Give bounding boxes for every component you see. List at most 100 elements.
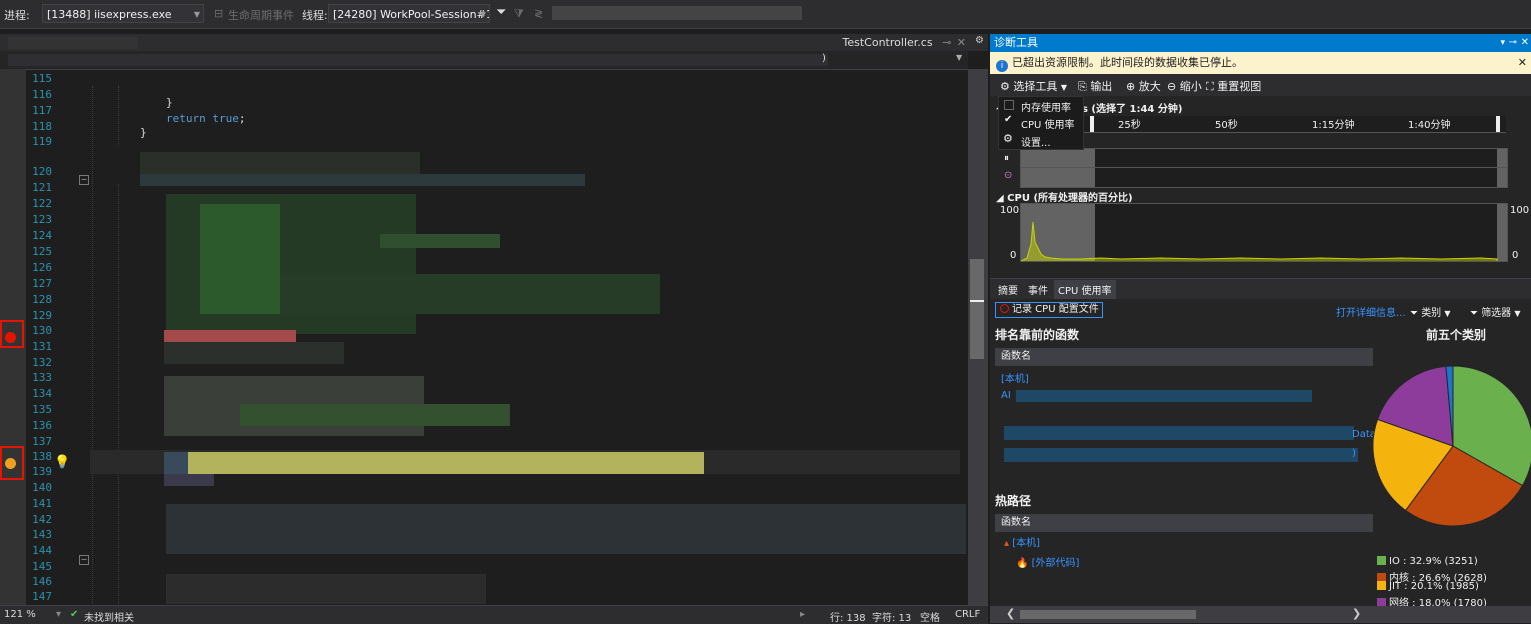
- filter-icon[interactable]: ⏷: [496, 5, 506, 20]
- redacted-navigation: [8, 54, 828, 66]
- line-number: 122: [32, 197, 52, 210]
- tab-summary[interactable]: 摘要: [998, 282, 1018, 297]
- zoom-level[interactable]: 121 %: [4, 609, 36, 620]
- cpu-usage-graph[interactable]: [1020, 203, 1508, 262]
- close-icon[interactable]: ✕: [1518, 52, 1527, 74]
- line-number: 136: [32, 419, 52, 432]
- timeline-tick: 1:40分钟: [1408, 120, 1451, 131]
- navigation-bar[interactable]: ) ▼: [0, 51, 968, 70]
- legend-swatch: [1377, 581, 1386, 590]
- memory-checkbox[interactable]: [1004, 100, 1014, 110]
- editor-tab-bar: TestController.cs ⊸ ✕ ⚙: [0, 34, 988, 51]
- zoom-in-button[interactable]: ⊕ 放大: [1126, 78, 1161, 94]
- legend-label: JIT : 20.1% (1985): [1389, 581, 1479, 592]
- line-number: 142: [32, 513, 52, 526]
- tab-testcontroller[interactable]: TestController.cs ⊸ ✕: [837, 34, 972, 51]
- scrollbar-thumb[interactable]: [970, 259, 984, 359]
- diagnostic-toolbar: ⚙ 选择工具 ▼ ⎘ 输出 ⊕ 放大 ⊖ 缩小 ⛶ 重置视图: [990, 74, 1531, 96]
- lifecycle-events-button[interactable]: 生命周期事件: [228, 7, 294, 23]
- debug-location-toolbar: 进程: [13488] iisexpress.exe ▼ ⊟ 生命周期事件 线程…: [0, 0, 1531, 29]
- hot-path-row[interactable]: 🔥 [外部代码]: [1016, 554, 1079, 569]
- category-filter-button[interactable]: ⏷ 类别 ▼: [1410, 304, 1451, 319]
- tab-cpu-usage[interactable]: CPU 使用率: [1054, 280, 1116, 299]
- char-indicator: 字符: 13: [872, 613, 912, 624]
- line-number: 144: [32, 544, 52, 557]
- output-button[interactable]: ⎘ 输出: [1078, 78, 1112, 94]
- selection-end-handle[interactable]: [1496, 116, 1500, 132]
- code-editor[interactable]: TestController.cs ⊸ ✕ ⚙ ) ▼ 115 116 117 118…: [0, 34, 988, 606]
- lightbulb-icon[interactable]: 💡: [54, 455, 70, 470]
- top-function-row[interactable]: [本机]: [1001, 370, 1029, 385]
- reset-view-icon: ⛶: [1206, 80, 1214, 93]
- record-cpu-profile-button[interactable]: 记录 CPU 配置文件: [995, 302, 1103, 318]
- hot-path-row[interactable]: ▴ [本机]: [1004, 534, 1040, 549]
- filter-button[interactable]: ⏷ 筛选器 ▼: [1470, 304, 1521, 319]
- code-line-118: }: [140, 126, 147, 139]
- scroll-right-icon[interactable]: ❯: [1352, 607, 1361, 620]
- intellitrace-icon: ⊙: [1004, 170, 1013, 181]
- redacted-stack-frame: [552, 6, 802, 20]
- events-lane[interactable]: [1020, 148, 1508, 188]
- line-number: 145: [32, 560, 52, 573]
- toggle-filter-icon[interactable]: ⧩: [514, 7, 524, 21]
- line-number: 137: [32, 435, 52, 448]
- menu-item-memory[interactable]: 内存使用率: [1021, 99, 1071, 114]
- chevron-down-icon[interactable]: ▼: [956, 53, 962, 62]
- line-number: 120: [32, 165, 52, 178]
- pin-icon[interactable]: ⊸: [1509, 34, 1517, 52]
- selection-start-handle[interactable]: [1090, 116, 1094, 132]
- line-number: 125: [32, 245, 52, 258]
- menu-item-settings[interactable]: 设置...: [1021, 134, 1051, 149]
- issues-status[interactable]: 未找到相关: [84, 609, 134, 624]
- redacted-tab: [8, 37, 138, 49]
- process-label: 进程:: [4, 9, 30, 22]
- top-categories-title: 前五个类别: [1426, 328, 1487, 342]
- current-statement-breakpoint-icon[interactable]: [5, 458, 16, 469]
- timeline-tick: 25秒: [1118, 120, 1141, 131]
- line-number: 135: [32, 403, 52, 416]
- stack-frame-icon[interactable]: ≷: [534, 7, 543, 20]
- close-icon[interactable]: ✕: [957, 36, 966, 49]
- legend-item: JIT : 20.1% (1985): [1377, 581, 1479, 592]
- zoom-in-icon: ⊕: [1126, 80, 1136, 93]
- editor-vertical-scrollbar[interactable]: [968, 69, 988, 605]
- horizontal-scrollbar[interactable]: ❮ ❯: [990, 606, 1531, 623]
- top-function-row[interactable]: AI: [1001, 390, 1011, 401]
- menu-item-cpu[interactable]: CPU 使用率: [1021, 116, 1075, 131]
- zoom-out-button[interactable]: ⊖ 缩小: [1167, 78, 1202, 94]
- pin-icon[interactable]: ⊸: [942, 36, 951, 49]
- cpu-graph-title: ◢ CPU (所有处理器的百分比): [996, 193, 1133, 204]
- line-number: 123: [32, 213, 52, 226]
- breakpoint-icon[interactable]: [5, 332, 16, 343]
- thread-dropdown[interactable]: [24280] WorkPool-Session#10: ▼: [328, 4, 490, 23]
- line-number: 140: [32, 481, 52, 494]
- line-number: 143: [32, 528, 52, 541]
- close-icon[interactable]: ✕: [1521, 34, 1529, 52]
- reset-view-button[interactable]: ⛶ 重置视图: [1206, 78, 1261, 94]
- line-number: 126: [32, 261, 52, 274]
- gear-icon[interactable]: ⚙: [975, 35, 984, 46]
- scroll-left-icon[interactable]: ❮: [1006, 607, 1015, 620]
- top-function-row[interactable]: ): [1352, 448, 1356, 459]
- whitespace-mode[interactable]: 空格: [920, 609, 940, 624]
- time-selection: [1021, 149, 1095, 187]
- collapse-icon[interactable]: ◢: [996, 193, 1007, 204]
- collapse-icon[interactable]: −: [79, 175, 89, 185]
- top-functions-header[interactable]: 函数名: [995, 348, 1373, 366]
- window-position-icon[interactable]: ▾: [1500, 34, 1505, 52]
- select-tools-button[interactable]: ⚙ 选择工具 ▼: [1000, 78, 1067, 94]
- scrollbar-thumb[interactable]: [1020, 610, 1196, 619]
- scroll-right-icon[interactable]: ▸: [800, 609, 805, 620]
- line-number: 133: [32, 371, 52, 384]
- line-ending[interactable]: CRLF: [955, 609, 980, 620]
- process-dropdown[interactable]: [13488] iisexpress.exe ▼: [42, 4, 204, 23]
- cpu-axis-max-left: 100: [1000, 205, 1020, 216]
- indent-guide: [92, 86, 93, 606]
- tab-events[interactable]: 事件: [1028, 282, 1048, 297]
- collapse-icon[interactable]: −: [79, 555, 89, 565]
- hot-path-header[interactable]: 函数名: [995, 514, 1373, 532]
- indent-guide: [118, 86, 119, 146]
- info-icon: i: [996, 60, 1008, 72]
- chevron-down-icon[interactable]: ▾: [56, 609, 61, 620]
- open-details-link[interactable]: 打开详细信息...: [1336, 304, 1406, 319]
